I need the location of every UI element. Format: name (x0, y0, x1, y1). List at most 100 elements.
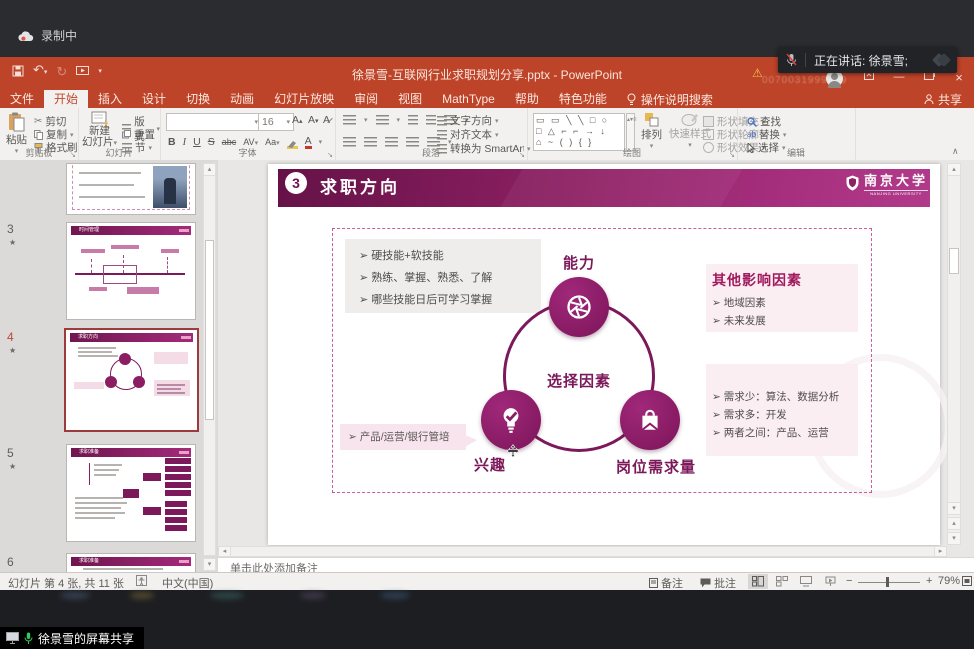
clipboard-dialog-launcher[interactable]: ↘ (70, 151, 76, 159)
node-ability[interactable] (549, 277, 609, 337)
status-bar: 幻灯片 第 4 张, 共 11 张 中文(中国) 备注 批注 − + 79% (0, 572, 974, 591)
panel-scroll-down-icon[interactable]: ▾ (203, 558, 216, 571)
new-slide-icon (91, 111, 109, 126)
toast-divider (805, 53, 806, 67)
slide-3-star-icon: ★ (9, 238, 16, 247)
increase-indent-icon[interactable] (426, 115, 436, 125)
numbering-icon[interactable] (376, 115, 389, 125)
shape-outline-icon (703, 129, 714, 140)
other-factors-textbox[interactable]: 其他影响因素 ➢ 地域因素 ➢ 未来发展 (706, 264, 858, 332)
zoom-in-button[interactable]: + (926, 575, 932, 587)
text-direction-button[interactable]: 文字方向▾ (437, 113, 499, 128)
zoom-level[interactable]: 79% (938, 575, 960, 587)
tab-mathtype[interactable]: MathType (432, 90, 505, 108)
font-color-dd-icon[interactable]: ▾ (319, 138, 323, 146)
font-size-combo[interactable]: 16▾ (258, 113, 294, 131)
bullets-icon[interactable] (343, 115, 356, 125)
recording-indicator: 录制中 (18, 27, 77, 44)
panel-scroll-up-icon[interactable]: ▴ (203, 163, 216, 176)
previous-slide-button[interactable]: ▴ (947, 517, 961, 530)
zoom-out-button[interactable]: − (846, 575, 852, 587)
shape-fill-icon (703, 116, 714, 127)
tab-design[interactable]: 设计 (132, 90, 176, 108)
view-slideshow-button[interactable] (820, 574, 840, 589)
view-reading-button[interactable] (796, 574, 816, 589)
comments-toggle[interactable]: 批注 (700, 575, 736, 591)
text-direction-icon (437, 116, 447, 126)
aperture-icon (565, 293, 593, 321)
tab-insert[interactable]: 插入 (88, 90, 132, 108)
university-name-en: NANJING UNIVERSITY (864, 190, 928, 196)
tab-view[interactable]: 视图 (388, 90, 432, 108)
callout-textbox[interactable]: ➢ 产品/运营/银行管培 (340, 424, 466, 450)
slides-panel: 3 ★ 时间管理 4 ★ 求职方向 (0, 160, 218, 572)
align-text-button[interactable]: 对齐文本▾ (437, 127, 499, 142)
accessibility-icon[interactable] (136, 575, 147, 589)
view-sorter-button[interactable] (772, 574, 792, 589)
thumbnail-slide-3[interactable]: 时间管理 (66, 222, 196, 320)
reset-icon (122, 130, 131, 139)
skills-textbox[interactable]: ➢ 硬技能+软技能 ➢ 熟练、掌握、熟悉、了解 ➢ 哪些技能日后可学习掌握 (345, 239, 541, 313)
thumbnail-slide-5[interactable]: 求职准备 (66, 444, 196, 542)
view-normal-button[interactable] (748, 574, 768, 589)
node-demand[interactable] (620, 390, 680, 450)
desktop-bottom-area (0, 590, 974, 649)
editor-vscrollbar[interactable] (947, 163, 961, 545)
font-dialog-launcher[interactable]: ↘ (327, 151, 333, 159)
demand-textbox[interactable]: ➢ 需求少：算法、数据分析 ➢ 需求多：开发 ➢ 两者之间：产品、运营 (706, 364, 858, 456)
fit-slide-button[interactable] (962, 576, 972, 589)
editor-scroll-left-icon[interactable]: ◂ (218, 546, 231, 557)
label-ability[interactable]: 能力 (549, 252, 609, 273)
shopping-bag-icon (637, 407, 663, 433)
node-interest[interactable] (481, 390, 541, 450)
share-button[interactable]: 共享 (912, 90, 974, 108)
zoom-slider-thumb[interactable] (886, 577, 889, 587)
tell-me-search[interactable]: 操作说明搜索 (617, 90, 723, 108)
tab-home[interactable]: 开始 (44, 90, 88, 108)
university-name-cn: 南京大学 (864, 170, 928, 189)
font-name-combo[interactable]: ▾ (166, 113, 262, 131)
comments-icon (700, 578, 711, 588)
tab-special-features[interactable]: 特色功能 (549, 90, 617, 108)
label-selection-factors[interactable]: 选择因素 (539, 370, 619, 391)
zoom-slider[interactable] (858, 582, 920, 583)
editor-scroll-up-icon[interactable]: ▴ (947, 163, 961, 176)
tab-help[interactable]: 帮助 (505, 90, 549, 108)
language-status[interactable]: 中文(中国) (162, 575, 213, 591)
group-slides: 新建 幻灯片▾ 版式▾ 重置 节▾ 幻灯片 (78, 108, 161, 160)
slide-title: 求职方向 (320, 173, 400, 198)
shrink-font-button[interactable]: A▾ (308, 114, 319, 126)
panel-scrollbar-thumb[interactable] (205, 240, 214, 420)
collapse-ribbon-icon[interactable]: ∧ (952, 146, 959, 157)
notes-toggle[interactable]: 备注 (649, 575, 683, 591)
editor-scroll-down-icon[interactable]: ▾ (947, 502, 961, 515)
ribbon-tab-row: 文件 开始 插入 设计 切换 动画 幻灯片放映 审阅 视图 MathType 帮… (0, 90, 974, 108)
decrease-indent-icon[interactable] (408, 115, 418, 125)
paragraph-dialog-launcher[interactable]: ↘ (519, 151, 525, 159)
thumbnail-slide-2[interactable] (66, 163, 196, 215)
speaking-label: 正在讲话: 徐景雪; (814, 52, 908, 69)
share-banner-label: 徐景雪的屏幕共享 (38, 630, 134, 647)
slide-canvas[interactable]: 3 求职方向 南京大学 NANJING UNIVERSITY ➢ 硬技能+软技能… (268, 164, 940, 545)
editor-vscrollbar-thumb[interactable] (949, 248, 959, 274)
university-shield-icon (846, 175, 859, 192)
label-job-demand[interactable]: 岗位需求量 (606, 456, 706, 477)
tab-file[interactable]: 文件 (0, 90, 44, 108)
arrange-button[interactable]: 排列 ▾ (641, 112, 662, 150)
notes-pane[interactable]: 单击此处添加备注 (218, 557, 974, 572)
thumbnail-slide-4-selected[interactable]: 求职方向 (64, 328, 199, 432)
tab-review[interactable]: 审阅 (344, 90, 388, 108)
slide-counter[interactable]: 幻灯片 第 4 张, 共 11 张 (8, 575, 124, 591)
thumbnail-slide-6[interactable]: 求职准备 (66, 553, 196, 573)
grow-font-button[interactable]: A▴ (292, 114, 303, 126)
tab-animations[interactable]: 动画 (220, 90, 264, 108)
drawing-dialog-launcher[interactable]: ↘ (729, 151, 735, 159)
clear-format-button[interactable]: A̷ (323, 114, 330, 126)
editor-scroll-right-icon[interactable]: ▸ (934, 546, 947, 557)
tab-slideshow[interactable]: 幻灯片放映 (264, 90, 344, 108)
tab-transitions[interactable]: 切换 (176, 90, 220, 108)
tell-me-label: 操作说明搜索 (641, 91, 713, 108)
editor-hscrollbar[interactable] (218, 546, 947, 557)
new-slide-button[interactable]: 新建 幻灯片▾ (82, 111, 117, 149)
next-slide-button[interactable]: ▾ (947, 532, 961, 545)
